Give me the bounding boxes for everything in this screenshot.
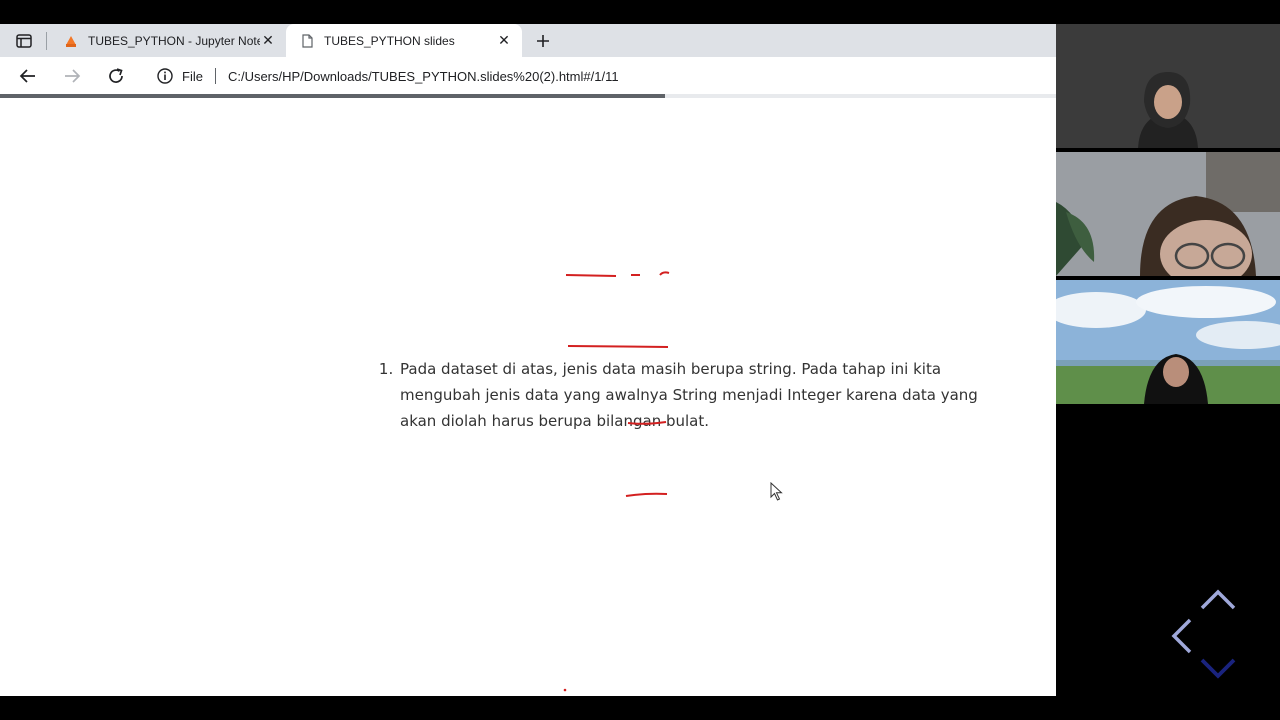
back-button[interactable] [16,64,40,88]
slide-list: Pada dataset di atas, jenis data masih b… [381,356,1011,434]
browser-toolbar: File C:/Users/HP/Downloads/TUBES_PYTHON.… [0,57,1056,94]
nav-left-button[interactable] [1170,616,1194,661]
chevron-up-icon [1200,589,1236,610]
screen-top-border [0,0,1280,24]
participant-video-icon [1056,152,1280,276]
jupyter-icon [66,35,76,47]
tab-strip: TUBES_PYTHON - Jupyter Notebook ✕ TUBES_… [0,24,1056,57]
ink-annotation [565,271,670,348]
tab-title: TUBES_PYTHON - Jupyter Notebook [88,33,260,48]
participant-video-tile[interactable] [1056,152,1280,276]
tab-separator [46,32,47,50]
close-icon[interactable]: ✕ [496,32,512,49]
tab-overview-icon [16,34,32,48]
participant-video-icon [1056,280,1280,404]
tab-slides[interactable]: TUBES_PYTHON slides ✕ [286,24,522,57]
tab-search-button[interactable] [12,32,36,50]
plus-icon [537,35,549,47]
address-bar[interactable]: File C:/Users/HP/Downloads/TUBES_PYTHON.… [144,61,1056,91]
mouse-cursor-icon [770,482,783,501]
reload-button[interactable] [104,64,128,88]
participant-video-icon [1056,24,1280,148]
scheme-label: File [182,68,203,84]
ink-dot [563,688,567,692]
chevron-down-icon [1200,658,1236,679]
page-icon [302,33,313,48]
tab-jupyter-notebook[interactable]: TUBES_PYTHON - Jupyter Notebook ✕ [50,24,286,57]
ink-stroke [625,492,668,497]
slide-canvas: Pada dataset di atas, jenis data masih b… [0,98,1056,696]
nav-down-button[interactable] [1198,656,1238,687]
reload-icon [109,68,123,83]
browser-window: TUBES_PYTHON - Jupyter Notebook ✕ TUBES_… [0,24,1056,696]
tab-title: TUBES_PYTHON slides [324,33,455,48]
list-item: Pada dataset di atas, jenis data masih b… [398,356,1011,434]
arrow-left-icon [19,69,35,83]
ink-underline [627,421,667,425]
info-icon[interactable] [156,67,174,85]
chevron-left-icon [1171,618,1192,654]
forward-button[interactable] [60,64,84,88]
participant-video-tile[interactable] [1056,280,1280,404]
participant-video-tile[interactable] [1056,24,1280,148]
close-icon[interactable]: ✕ [260,32,276,49]
nav-up-button[interactable] [1198,588,1238,617]
url-text[interactable]: C:/Users/HP/Downloads/TUBES_PYTHON.slide… [228,69,619,84]
address-divider [214,68,216,84]
new-tab-button[interactable] [532,30,554,52]
screen-bottom-border [0,696,1280,720]
arrow-right-icon [65,69,81,83]
